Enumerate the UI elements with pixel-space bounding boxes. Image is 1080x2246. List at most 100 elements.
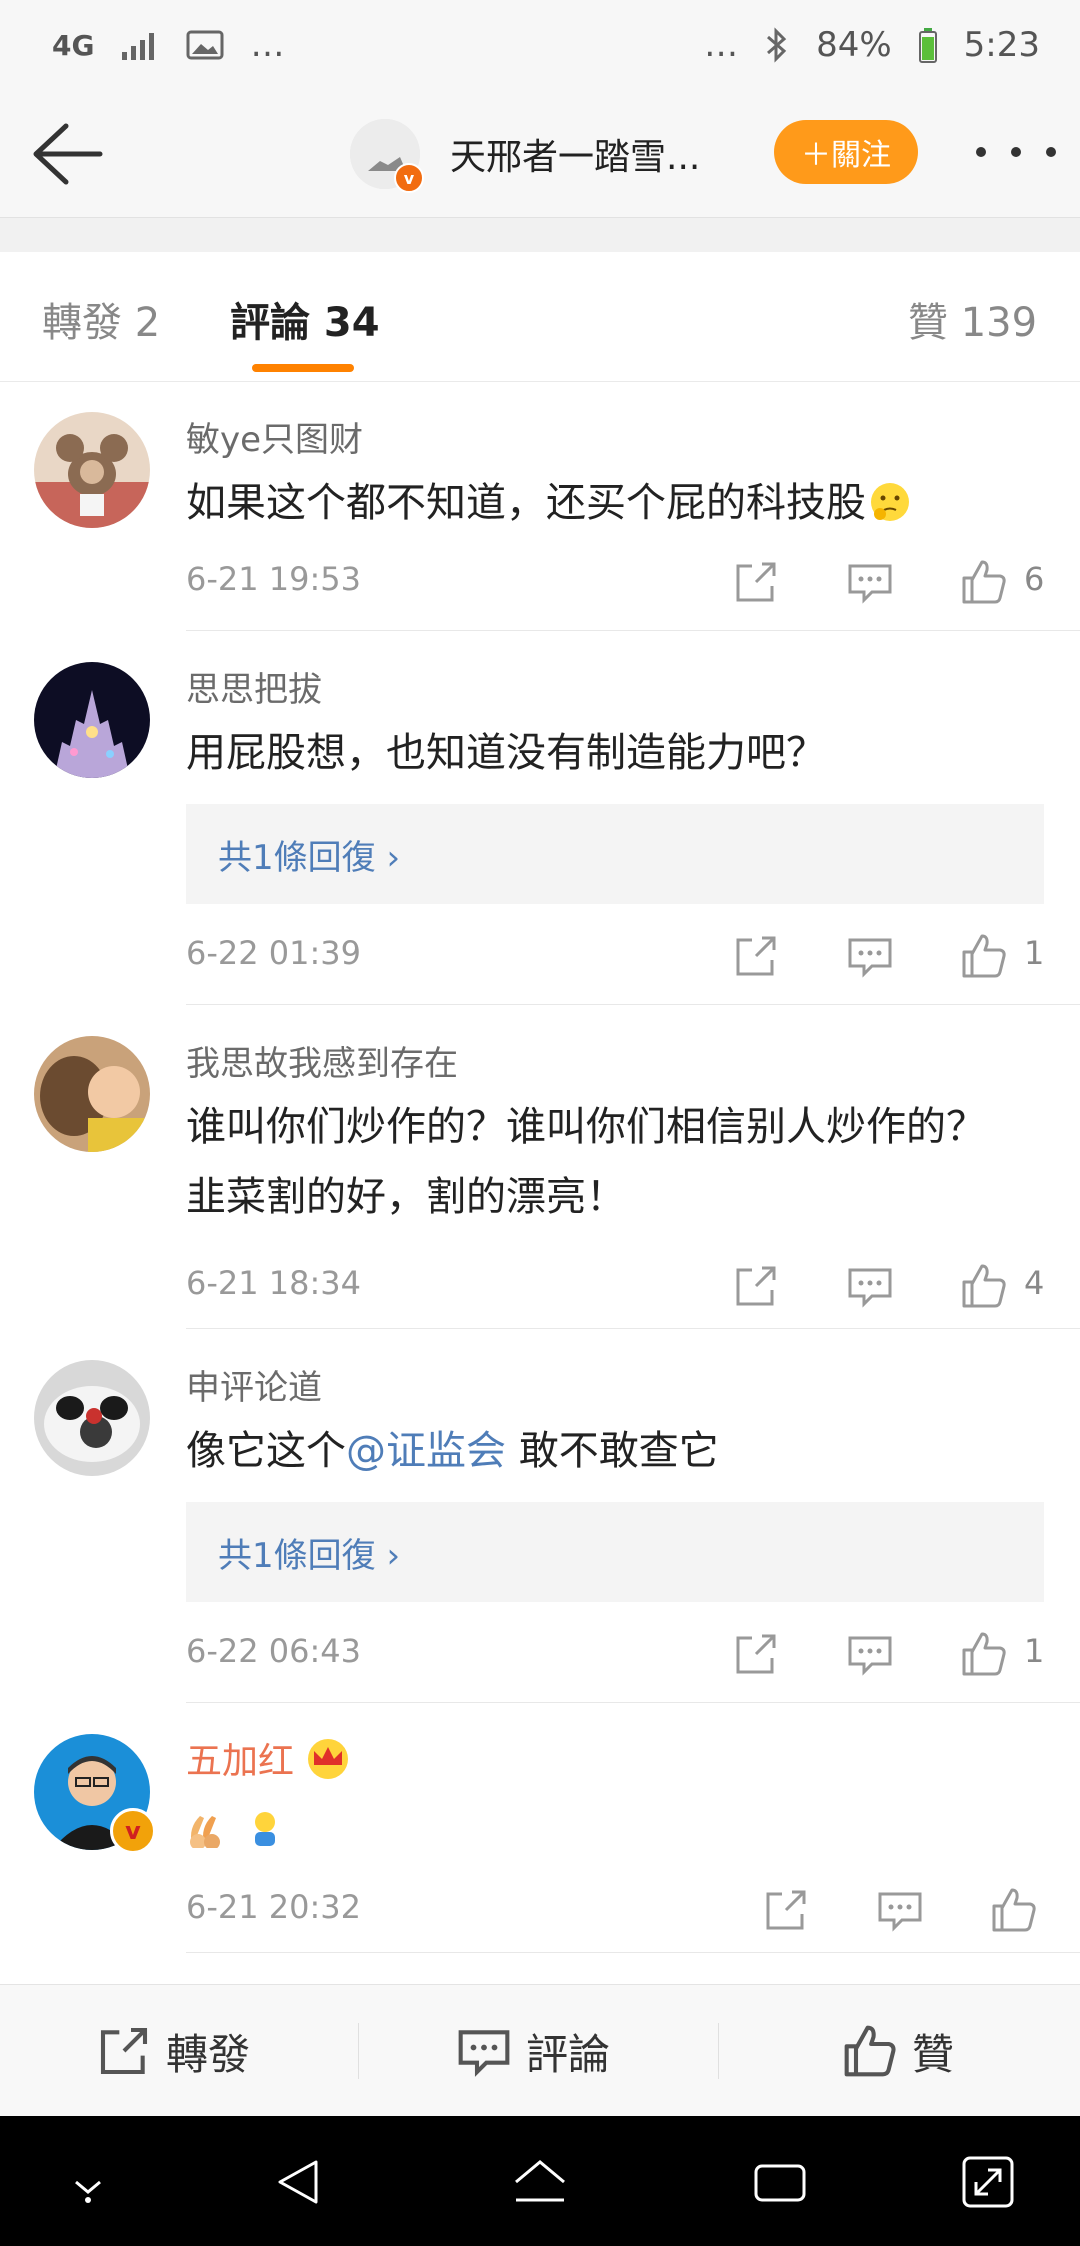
back-nav-icon[interactable]	[272, 2154, 328, 2210]
top-bar: v 天邢者一踏雪... ＋關注	[0, 90, 1080, 218]
verified-badge-icon: v	[110, 1808, 156, 1854]
status-more: …	[250, 25, 285, 65]
like-button[interactable]: 贊	[842, 1985, 954, 2117]
battery-percent: 84%	[816, 25, 892, 65]
avatar[interactable]	[34, 1360, 150, 1476]
battery-icon	[918, 28, 937, 63]
repost-label: 轉發	[166, 2029, 251, 2079]
share-icon[interactable]	[762, 1886, 810, 1934]
follow-button[interactable]: ＋關注	[774, 120, 918, 184]
comment-author[interactable]: 五加红	[186, 1732, 352, 1784]
reply-icon[interactable]	[846, 1630, 894, 1678]
comment-item: 申评论道 像它这个@证监会 敢不敢查它 共1條回復 › 6-22 06:43 1	[0, 1330, 1080, 1702]
comment-time: 6-22 06:43	[186, 1632, 362, 1670]
comment-label: 評論	[526, 2029, 611, 2079]
profile-title[interactable]: v 天邢者一踏雪...	[350, 114, 700, 194]
comment-item: v 五加红 6-21 20:32	[0, 1704, 1080, 1952]
bottom-action-bar: 轉發 評論 贊	[0, 1984, 1080, 2116]
comment-time: 6-21 19:53	[186, 560, 362, 598]
comment-meta: 6-22 01:39 1	[186, 926, 1046, 986]
crown-icon	[308, 1739, 349, 1779]
comment-meta: 6-21 19:53 6	[186, 552, 1046, 612]
like-icon[interactable]	[960, 558, 1008, 606]
divider	[186, 1952, 1080, 1953]
tab-comments[interactable]: 評論 34	[230, 290, 380, 348]
status-more-right: …	[704, 25, 739, 65]
comment-item: 我思故我感到存在 谁叫你们炒作的？谁叫你们相信别人炒作的？韭菜割的好，割的漂亮！…	[0, 1006, 1080, 1328]
person-emoji-icon	[254, 1812, 275, 1846]
divider	[186, 1702, 1080, 1703]
verified-badge-icon: v	[394, 163, 424, 193]
like-label: 贊	[912, 2029, 955, 2079]
separator	[358, 2023, 359, 2079]
avatar[interactable]	[34, 412, 150, 528]
author-avatar[interactable]: v	[350, 119, 424, 193]
section-gap	[0, 218, 1080, 252]
comment-meta: 6-21 20:32	[186, 1880, 1046, 1940]
avatar[interactable]: v	[34, 1734, 156, 1854]
like-count: 4	[1024, 1264, 1045, 1302]
network-type: 4G	[52, 28, 95, 62]
repost-button[interactable]: 轉發	[96, 1985, 250, 2117]
comment-author[interactable]: 敏ye只图财	[186, 412, 363, 461]
comment-time: 6-22 01:39	[186, 934, 362, 972]
image-notification-icon	[186, 30, 224, 60]
share-icon[interactable]	[732, 932, 780, 980]
back-button[interactable]	[26, 116, 106, 192]
comment-time: 6-21 18:34	[186, 1264, 362, 1302]
comment-text: 像它这个@证监会 敢不敢查它	[186, 1428, 719, 1474]
comment-item: 思思把拔 用屁股想，也知道没有制造能力吧？ 共1條回復 › 6-22 01:39…	[0, 632, 1080, 1004]
reply-icon[interactable]	[876, 1886, 924, 1934]
share-icon[interactable]	[732, 558, 780, 606]
clock: 5:23	[963, 25, 1040, 65]
thinking-emoji-icon	[871, 483, 909, 521]
comment-text	[186, 1800, 1016, 1870]
more-options-icon[interactable]	[976, 132, 1056, 172]
like-count: 1	[1024, 1632, 1045, 1670]
divider	[186, 1328, 1080, 1329]
comment-text: 如果这个都不知道，还买个屁的科技股	[186, 468, 1016, 538]
bluetooth-icon	[767, 27, 787, 63]
share-icon[interactable]	[732, 1630, 780, 1678]
status-bar: 4G … … 84% 5:23	[0, 0, 1080, 90]
comment-icon	[458, 2030, 510, 2077]
tab-bar: 轉發 2 評論 34 贊 139	[0, 252, 1080, 382]
comment-author[interactable]: 思思把拔	[186, 662, 322, 711]
back-arrow-icon	[33, 123, 103, 185]
share-icon[interactable]	[732, 1262, 780, 1310]
comment-meta: 6-21 18:34 4	[186, 1256, 1046, 1316]
like-icon[interactable]	[960, 1630, 1008, 1678]
like-count: 1	[1024, 934, 1045, 972]
divider	[186, 630, 1080, 631]
tab-likes[interactable]: 贊 139	[908, 290, 1037, 348]
mention-link[interactable]: @证监会	[346, 1428, 506, 1474]
reply-icon[interactable]	[846, 558, 894, 606]
reply-icon[interactable]	[846, 932, 894, 980]
view-replies-link[interactable]: 共1條回復 ›	[186, 804, 1044, 904]
expand-icon[interactable]	[960, 2154, 1016, 2210]
like-icon[interactable]	[960, 1262, 1008, 1310]
comment-button[interactable]: 評論	[456, 1985, 610, 2117]
view-replies-link[interactable]: 共1條回復 ›	[186, 1502, 1044, 1602]
avatar[interactable]	[34, 1036, 150, 1152]
share-icon	[100, 2027, 148, 2075]
divider	[186, 1004, 1080, 1005]
hide-keyboard-icon[interactable]	[60, 2154, 116, 2210]
comment-text: 用屁股想，也知道没有制造能力吧？	[186, 730, 826, 776]
avatar[interactable]	[34, 662, 150, 778]
recents-nav-icon[interactable]	[752, 2154, 808, 2210]
like-icon	[844, 2025, 896, 2077]
signal-icon	[122, 33, 155, 60]
like-count: 6	[1024, 560, 1045, 598]
comment-meta: 6-22 06:43 1	[186, 1624, 1046, 1684]
home-nav-icon[interactable]	[512, 2154, 568, 2210]
comment-time: 6-21 20:32	[186, 1888, 362, 1926]
tab-repost[interactable]: 轉發 2	[42, 290, 160, 348]
reply-icon[interactable]	[846, 1262, 894, 1310]
comment-author[interactable]: 申评论道	[186, 1360, 322, 1409]
like-icon[interactable]	[960, 932, 1008, 980]
like-icon[interactable]	[990, 1886, 1038, 1934]
comment-item: 敏ye只图财 如果这个都不知道，还买个屁的科技股 6-21 19:53 6	[0, 382, 1080, 632]
comment-text: 谁叫你们炒作的？谁叫你们相信别人炒作的？韭菜割的好，割的漂亮！	[186, 1104, 986, 1220]
comment-author[interactable]: 我思故我感到存在	[186, 1036, 458, 1085]
